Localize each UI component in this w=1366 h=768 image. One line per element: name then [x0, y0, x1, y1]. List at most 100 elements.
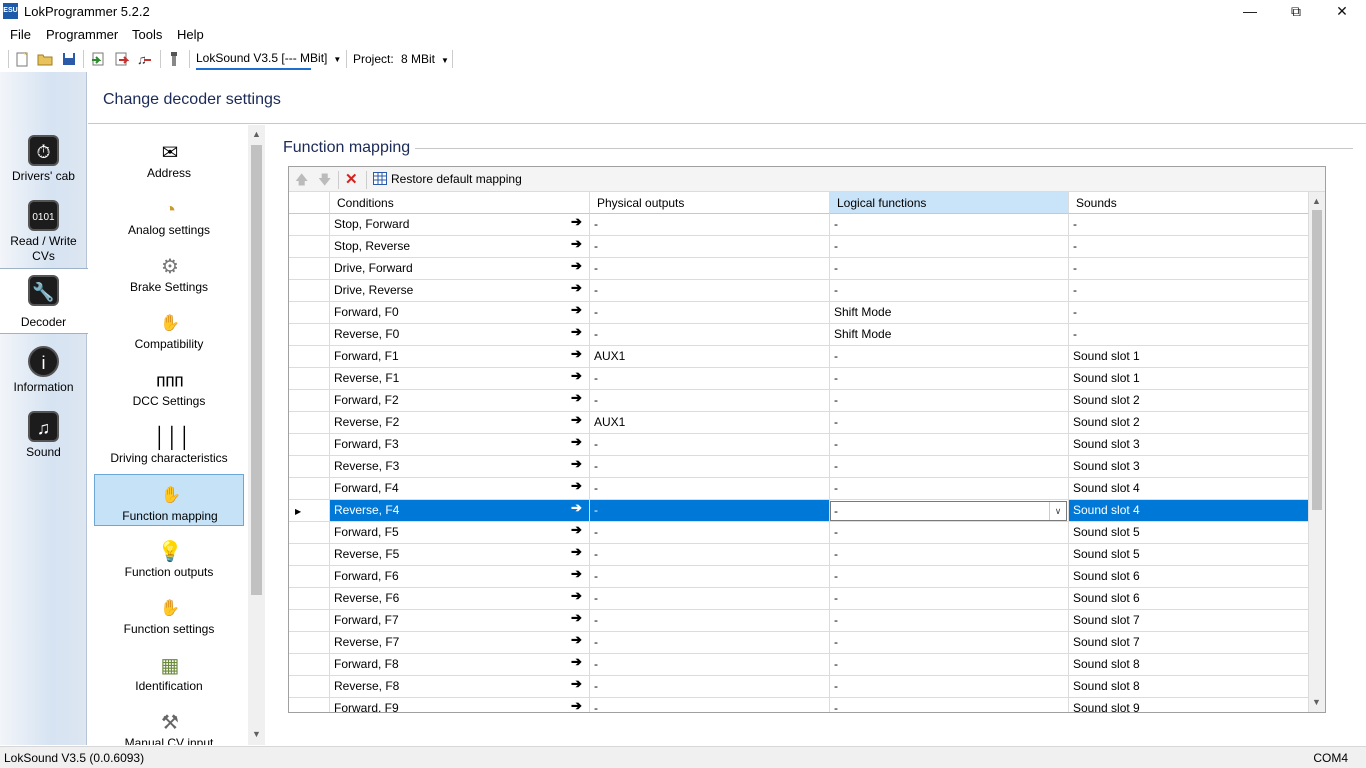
settings-item-function-outputs[interactable]: 💡 Function outputs: [94, 531, 244, 583]
cell-condition[interactable]: Drive, Forward: [330, 258, 590, 279]
nav-decoder[interactable]: 🔧 Decoder: [0, 268, 88, 334]
row-header[interactable]: [289, 456, 330, 477]
table-row[interactable]: Forward, F4- - Sound slot 4 ➔: [289, 478, 1309, 500]
programmer-icon[interactable]: [166, 51, 182, 67]
cell-physical-output[interactable]: -: [590, 698, 830, 712]
column-header-conditions[interactable]: Conditions: [330, 192, 590, 214]
scroll-up-icon[interactable]: ▲: [1312, 196, 1321, 206]
row-header[interactable]: [289, 522, 330, 543]
cell-physical-output[interactable]: -: [590, 522, 830, 543]
cell-logical-function[interactable]: -: [830, 280, 1069, 301]
cell-sound[interactable]: Sound slot 4: [1069, 500, 1309, 521]
table-row[interactable]: Forward, F5- - Sound slot 5 ➔: [289, 522, 1309, 544]
column-header-physical-outputs[interactable]: Physical outputs: [590, 192, 830, 214]
table-row[interactable]: Reverse, F8- - Sound slot 8 ➔: [289, 676, 1309, 698]
nav-information[interactable]: i Information: [0, 340, 87, 404]
settings-item-function-settings[interactable]: ✋ Function settings: [94, 588, 244, 640]
cell-condition[interactable]: Forward, F1: [330, 346, 590, 367]
restore-default-mapping-button[interactable]: Restore default mapping: [391, 172, 522, 186]
cell-logical-function[interactable]: -: [830, 676, 1069, 697]
cell-sound[interactable]: Sound slot 1: [1069, 346, 1309, 367]
save-icon[interactable]: [61, 51, 77, 67]
row-header[interactable]: [289, 346, 330, 367]
cell-sound[interactable]: -: [1069, 302, 1309, 323]
nav-drivers-cab[interactable]: ⏱ Drivers' cab: [0, 129, 87, 193]
cell-condition[interactable]: Reverse, F8: [330, 676, 590, 697]
cell-condition[interactable]: Forward, F2: [330, 390, 590, 411]
cell-condition[interactable]: Forward, F8: [330, 654, 590, 675]
nav-read-write-cvs[interactable]: 0101 Read / Write CVs: [0, 194, 87, 263]
cell-logical-function[interactable]: -: [830, 390, 1069, 411]
cell-physical-output[interactable]: -: [590, 544, 830, 565]
row-header[interactable]: [289, 478, 330, 499]
cell-physical-output[interactable]: -: [590, 368, 830, 389]
cell-physical-output[interactable]: -: [590, 632, 830, 653]
row-header[interactable]: [289, 412, 330, 433]
cell-sound[interactable]: -: [1069, 236, 1309, 257]
cell-physical-output[interactable]: AUX1: [590, 412, 830, 433]
cell-sound[interactable]: Sound slot 3: [1069, 434, 1309, 455]
table-row[interactable]: Reverse, F0- Shift Mode - ➔: [289, 324, 1309, 346]
cell-physical-output[interactable]: -: [590, 500, 830, 521]
table-row[interactable]: Drive, Forward - - - ➔: [289, 258, 1309, 280]
settings-item-dcc[interactable]: ∏∏∏ DCC Settings: [94, 360, 244, 412]
cell-condition[interactable]: Stop, Forward: [330, 214, 590, 235]
table-row[interactable]: Forward, F6- - Sound slot 6 ➔: [289, 566, 1309, 588]
cell-condition[interactable]: Reverse, F4: [330, 500, 590, 521]
cell-logical-function[interactable]: -: [830, 654, 1069, 675]
cell-logical-function[interactable]: -: [830, 214, 1069, 235]
cell-physical-output[interactable]: -: [590, 302, 830, 323]
cell-sound[interactable]: Sound slot 6: [1069, 566, 1309, 587]
row-header[interactable]: [289, 676, 330, 697]
row-header[interactable]: [289, 588, 330, 609]
cell-logical-function[interactable]: -: [830, 434, 1069, 455]
settings-item-manual-cv[interactable]: ⚒ Manual CV input: [94, 702, 244, 745]
row-header[interactable]: [289, 302, 330, 323]
row-header[interactable]: [289, 236, 330, 257]
cell-condition[interactable]: Reverse, F7: [330, 632, 590, 653]
nav-sound[interactable]: ♫ Sound: [0, 405, 87, 469]
new-file-icon[interactable]: *: [14, 51, 30, 67]
cell-condition[interactable]: Forward, F6: [330, 566, 590, 587]
cell-physical-output[interactable]: -: [590, 676, 830, 697]
cell-logical-function[interactable]: -: [830, 368, 1069, 389]
settings-item-address[interactable]: ✉ Address: [94, 132, 244, 184]
settings-item-compatibility[interactable]: ✋ Compatibility: [94, 303, 244, 355]
table-row[interactable]: Drive, Reverse - - - ➔: [289, 280, 1309, 302]
row-header[interactable]: [289, 214, 330, 235]
cell-sound[interactable]: Sound slot 2: [1069, 412, 1309, 433]
table-row[interactable]: Forward, F2- - Sound slot 2 ➔: [289, 390, 1309, 412]
cell-logical-function[interactable]: -: [830, 544, 1069, 565]
cell-condition[interactable]: Reverse, F3: [330, 456, 590, 477]
row-header[interactable]: [289, 390, 330, 411]
restore-icon[interactable]: ⧉: [1273, 0, 1319, 23]
cell-sound[interactable]: Sound slot 6: [1069, 588, 1309, 609]
table-row[interactable]: Forward, F8- - Sound slot 8 ➔: [289, 654, 1309, 676]
cell-physical-output[interactable]: -: [590, 456, 830, 477]
settings-scrollbar[interactable]: ▲ ▼: [248, 125, 265, 745]
cell-physical-output[interactable]: -: [590, 610, 830, 631]
cell-condition[interactable]: Reverse, F0: [330, 324, 590, 345]
cell-sound[interactable]: Sound slot 5: [1069, 522, 1309, 543]
open-folder-icon[interactable]: [37, 51, 53, 67]
decoder-type-select[interactable]: LokSound V3.5 [--- MBit] ▼: [196, 51, 341, 70]
menu-help[interactable]: Help: [177, 27, 204, 42]
table-row[interactable]: ▶ Reverse, F4- Sound slot 4 ➔ - ∨: [289, 500, 1309, 522]
cell-physical-output[interactable]: -: [590, 390, 830, 411]
row-header[interactable]: [289, 544, 330, 565]
cell-sound[interactable]: -: [1069, 214, 1309, 235]
chevron-down-icon[interactable]: ∨: [1049, 502, 1066, 520]
sound-export-icon[interactable]: ♫: [136, 51, 152, 67]
table-row[interactable]: Stop, Reverse - - - ➔: [289, 236, 1309, 258]
row-header[interactable]: [289, 280, 330, 301]
move-down-icon[interactable]: 🡇: [318, 171, 331, 193]
cell-logical-function[interactable]: -: [830, 258, 1069, 279]
cell-condition[interactable]: Forward, F3: [330, 434, 590, 455]
cell-logical-function[interactable]: Shift Mode: [830, 324, 1069, 345]
cell-condition[interactable]: Reverse, F6: [330, 588, 590, 609]
cell-condition[interactable]: Reverse, F5: [330, 544, 590, 565]
settings-item-identification[interactable]: ▦ Identification: [94, 645, 244, 697]
table-row[interactable]: Reverse, F5- - Sound slot 5 ➔: [289, 544, 1309, 566]
row-header[interactable]: [289, 632, 330, 653]
cell-physical-output[interactable]: -: [590, 566, 830, 587]
